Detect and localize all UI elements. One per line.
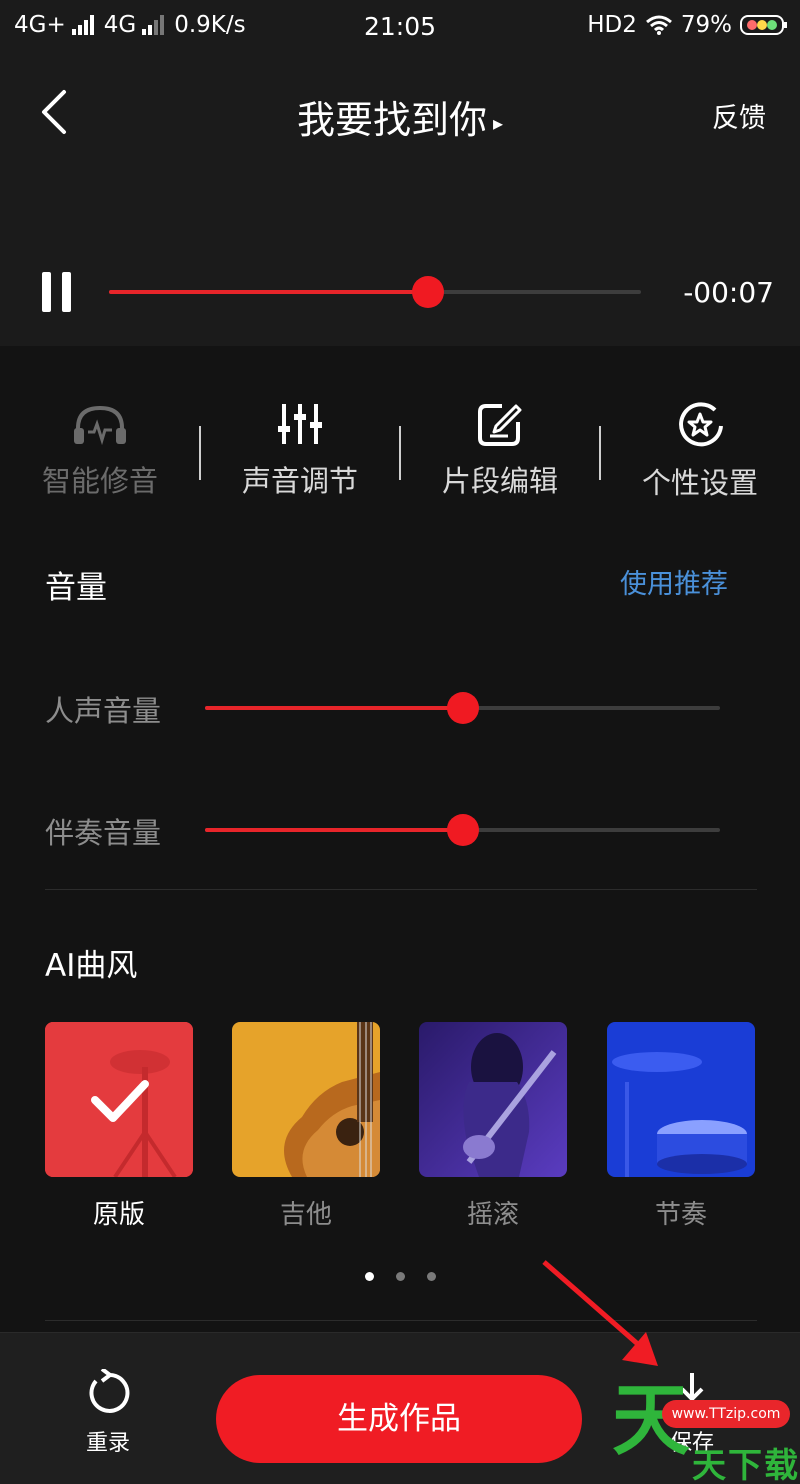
status-right: HD2 79% xyxy=(587,12,788,38)
section-divider xyxy=(45,889,757,890)
playback-progress-fill xyxy=(109,290,428,294)
rerecord-icon xyxy=(89,1367,130,1413)
tab-segment-edit[interactable]: 片段编辑 xyxy=(400,390,600,510)
tab-sound-adjust[interactable]: 声音调节 xyxy=(200,390,400,510)
accomp-volume-row: 伴奏音量 xyxy=(45,804,745,854)
drum-kit-image xyxy=(607,1022,755,1177)
tab-smart-tune[interactable]: 智能修音 xyxy=(0,390,200,510)
tab-label: 片段编辑 xyxy=(441,464,558,498)
page-dot xyxy=(364,1272,374,1281)
edit-tabs: 智能修音 声音调节 片段编辑 个性设置 xyxy=(0,390,800,520)
use-recommended-button[interactable]: 使用推荐 xyxy=(620,562,728,601)
ai-style-list: 原版 吉他 摇滚 节奏 xyxy=(45,1022,757,1232)
vocal-volume-fill xyxy=(205,706,463,710)
title-arrow-icon: ▸ xyxy=(492,110,504,135)
watermark-url: www.TTzip.com xyxy=(662,1400,790,1428)
watermark-text: 天下载 xyxy=(692,1446,800,1484)
rerecord-label: 重录 xyxy=(85,1431,130,1456)
rerecord-button[interactable]: 重录 xyxy=(60,1367,156,1457)
style-rock-card[interactable] xyxy=(419,1022,567,1177)
star-badge-icon xyxy=(679,402,723,447)
equalizer-sliders-icon xyxy=(278,404,322,444)
header: 我要找到你 ▸ 反馈 -00:07 xyxy=(0,56,800,346)
generate-work-button[interactable]: 生成作品 xyxy=(216,1375,582,1463)
watermark: 天 www.TTzip.com 天下载 xyxy=(612,1376,800,1484)
headphones-pulse-icon xyxy=(74,405,126,446)
accomp-volume-label: 伴奏音量 xyxy=(45,816,162,850)
ai-style-title: AI曲风 xyxy=(45,948,138,984)
feedback-button[interactable]: 反馈 xyxy=(712,96,766,135)
page-dot xyxy=(395,1272,405,1281)
style-label: 节奏 xyxy=(654,1200,707,1230)
tab-label: 智能修音 xyxy=(41,464,158,498)
remaining-time: -00:07 xyxy=(683,276,774,309)
hd-label: HD2 xyxy=(587,12,637,38)
player: -00:07 xyxy=(0,256,800,336)
style-guitar-card[interactable] xyxy=(232,1022,380,1177)
tab-label: 个性设置 xyxy=(641,466,758,500)
checkmark-icon xyxy=(91,1080,149,1122)
playback-progress-knob[interactable] xyxy=(412,276,444,308)
annotation-arrow-icon xyxy=(542,1260,658,1366)
style-original-card[interactable] xyxy=(45,1022,193,1177)
playback-progress-track[interactable] xyxy=(109,276,641,308)
pause-icon[interactable] xyxy=(40,272,74,314)
vocal-volume-label: 人声音量 xyxy=(45,694,162,728)
vocal-volume-row: 人声音量 xyxy=(45,682,745,732)
rock-guitarist-image xyxy=(419,1022,567,1177)
edit-square-icon xyxy=(478,404,522,446)
song-title[interactable]: 我要找到你 ▸ xyxy=(0,89,800,144)
volume-title: 音量 xyxy=(45,570,107,606)
tab-personal-settings[interactable]: 个性设置 xyxy=(600,390,800,510)
page-dot xyxy=(426,1272,436,1281)
style-label: 摇滚 xyxy=(466,1200,519,1230)
accomp-volume-fill xyxy=(205,828,463,832)
battery-label: 79% xyxy=(680,12,732,38)
accomp-volume-slider[interactable] xyxy=(205,814,720,846)
accomp-volume-knob[interactable] xyxy=(447,814,479,846)
wifi-icon xyxy=(645,15,672,35)
tab-label: 声音调节 xyxy=(241,464,358,498)
style-label: 吉他 xyxy=(279,1200,332,1230)
guitar-image xyxy=(232,1022,380,1177)
song-title-text: 我要找到你 xyxy=(296,98,487,142)
style-label: 原版 xyxy=(92,1200,145,1230)
battery-icon xyxy=(740,15,787,35)
vocal-volume-knob[interactable] xyxy=(447,692,479,724)
style-rhythm-card[interactable] xyxy=(607,1022,755,1177)
status-bar: 4G+ 4G 0.9K/s 21:05 HD2 79% xyxy=(0,0,800,56)
vocal-volume-slider[interactable] xyxy=(205,692,720,724)
